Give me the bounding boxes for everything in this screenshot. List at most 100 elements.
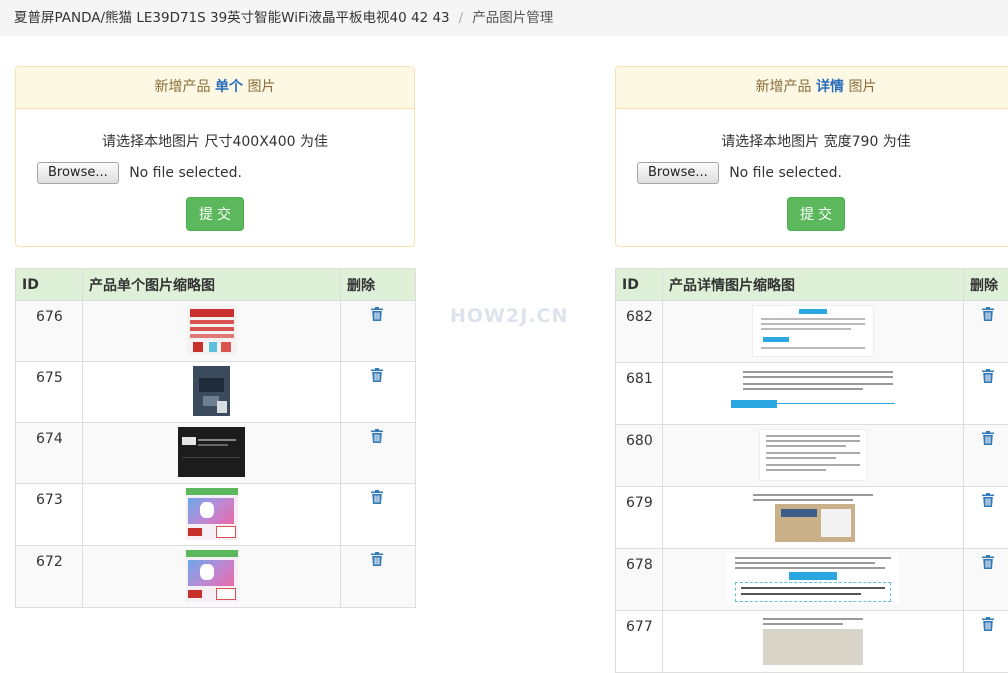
image-id: 675 [16,362,83,423]
watermark: HOW2J.CN [450,305,568,327]
trash-icon[interactable] [371,552,383,566]
breadcrumb-separator: / [459,10,464,26]
detail-thumbnail[interactable] [727,553,899,605]
table-row: 673 [16,484,416,546]
single-browse-button[interactable]: Browse... [37,162,119,184]
trash-icon[interactable] [982,369,994,383]
single-panel-heading: 新增产品 单个 图片 [16,67,414,109]
table-row: 681 [616,363,1008,425]
trash-icon[interactable] [371,307,383,321]
product-thumbnail[interactable] [187,305,237,355]
detail-thumbnail[interactable] [729,367,897,419]
product-thumbnail[interactable] [186,488,238,540]
table-row: 677 [616,611,1008,673]
heading-emphasis: 单个 [215,79,243,95]
image-id: 682 [616,301,663,363]
image-id: 681 [616,363,663,425]
trash-icon[interactable] [982,431,994,445]
detail-upload-tip: 请选择本地图片 宽度790 为佳 [616,131,1008,149]
thumbnail-cell [663,611,964,673]
table-row: 675 [16,362,416,423]
image-id: 676 [16,301,83,362]
table-row: 676 [16,301,416,362]
breadcrumb-product[interactable]: 夏普屏PANDA/熊猫 LE39D71S 39英寸智能WiFi液晶平板电视40 … [14,10,450,26]
delete-cell [341,546,416,608]
heading-suffix: 图片 [848,79,876,95]
thumbnail-cell [83,301,341,362]
single-upload-tip: 请选择本地图片 尺寸400X400 为佳 [16,131,414,149]
table-header-row: ID 产品单个图片缩略图 删除 [16,269,416,301]
breadcrumb: 夏普屏PANDA/熊猫 LE39D71S 39英寸智能WiFi液晶平板电视40 … [0,0,1008,36]
delete-cell [964,301,1008,363]
thumbnail-cell [83,546,341,608]
trash-icon[interactable] [982,617,994,631]
heading-emphasis: 详情 [816,79,844,95]
single-images-table: ID 产品单个图片缩略图 删除 676 [15,268,416,608]
product-thumbnail[interactable] [178,427,245,477]
delete-cell [964,487,1008,549]
trash-icon[interactable] [371,368,383,382]
thumbnail-cell [663,301,964,363]
thumbnail-cell [83,423,341,484]
column-header-id: ID [16,269,83,301]
product-thumbnail[interactable] [193,366,230,416]
detail-submit-button[interactable]: 提交 [787,197,845,231]
delete-cell [964,425,1008,487]
table-row: 680 [616,425,1008,487]
image-id: 678 [616,549,663,611]
column-header-thumbnail: 产品详情图片缩略图 [663,269,964,301]
table-row: 678 [616,549,1008,611]
table-row: 679 [616,487,1008,549]
delete-cell [964,611,1008,673]
heading-prefix: 新增产品 [756,79,812,95]
detail-image-upload-panel: 新增产品 详情 图片 请选择本地图片 宽度790 为佳 Browse... No… [615,66,1008,247]
single-file-input[interactable]: Browse... No file selected. [16,162,414,186]
thumbnail-cell [83,484,341,546]
image-id: 680 [616,425,663,487]
thumbnail-cell [663,425,964,487]
delete-cell [964,363,1008,425]
trash-icon[interactable] [371,429,383,443]
thumbnail-cell [83,362,341,423]
thumbnail-cell [663,363,964,425]
heading-prefix: 新增产品 [155,79,211,95]
detail-thumbnail[interactable] [759,429,867,481]
thumbnail-cell [663,549,964,611]
table-row: 672 [16,546,416,608]
breadcrumb-current: 产品图片管理 [472,10,553,26]
delete-cell [341,362,416,423]
heading-suffix: 图片 [247,79,275,95]
table-row: 674 [16,423,416,484]
detail-browse-button[interactable]: Browse... [637,162,719,184]
image-id: 679 [616,487,663,549]
column-header-delete: 删除 [964,269,1008,301]
product-thumbnail[interactable] [186,550,238,602]
column-header-delete: 删除 [341,269,416,301]
trash-icon[interactable] [982,555,994,569]
image-id: 673 [16,484,83,546]
delete-cell [964,549,1008,611]
trash-icon[interactable] [982,493,994,507]
column-header-thumbnail: 产品单个图片缩略图 [83,269,341,301]
thumbnail-cell [663,487,964,549]
column-header-id: ID [616,269,663,301]
detail-file-status: No file selected. [729,165,842,181]
delete-cell [341,301,416,362]
detail-thumbnail[interactable] [749,491,877,543]
detail-file-input[interactable]: Browse... No file selected. [616,162,1008,186]
trash-icon[interactable] [982,307,994,321]
table-row: 682 [616,301,1008,363]
image-id: 672 [16,546,83,608]
image-id: 674 [16,423,83,484]
image-id: 677 [616,611,663,673]
detail-thumbnail[interactable] [752,305,874,357]
detail-panel-heading: 新增产品 详情 图片 [616,67,1008,109]
single-image-upload-panel: 新增产品 单个 图片 请选择本地图片 尺寸400X400 为佳 Browse..… [15,66,415,247]
delete-cell [341,423,416,484]
trash-icon[interactable] [371,490,383,504]
detail-thumbnail[interactable] [759,615,867,667]
single-file-status: No file selected. [129,165,242,181]
table-header-row: ID 产品详情图片缩略图 删除 [616,269,1008,301]
detail-images-table: ID 产品详情图片缩略图 删除 682 681 [615,268,1008,673]
single-submit-button[interactable]: 提交 [186,197,244,231]
